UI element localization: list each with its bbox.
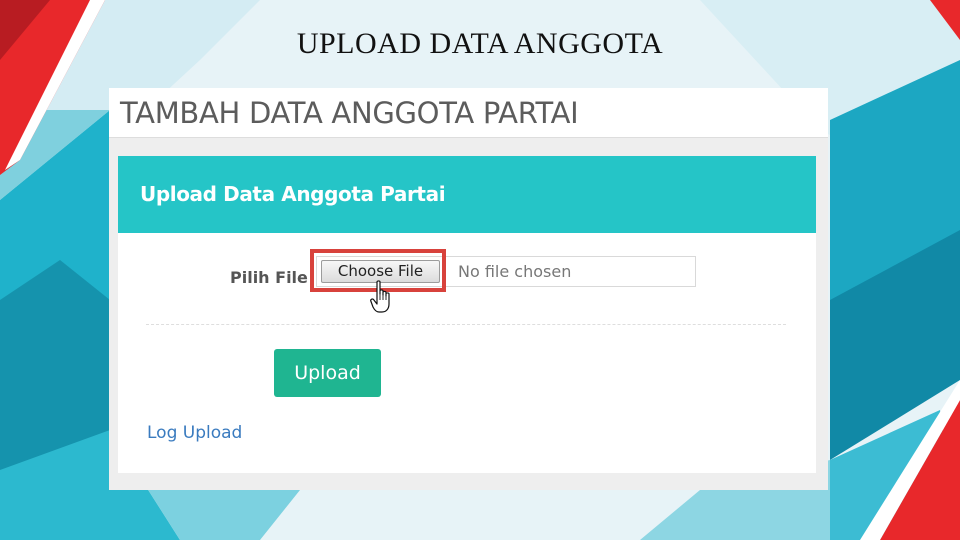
app-screenshot: TAMBAH DATA ANGGOTA PARTAI Upload Data A… xyxy=(109,88,828,490)
log-upload-link[interactable]: Log Upload xyxy=(147,423,242,443)
form-divider xyxy=(146,324,786,325)
page-header: TAMBAH DATA ANGGOTA PARTAI xyxy=(109,88,828,138)
hand-pointer-cursor-icon xyxy=(370,280,390,313)
upload-panel: Upload Data Anggota Partai Pilih File Ch… xyxy=(118,156,816,473)
file-field-label: Pilih File xyxy=(230,268,308,287)
upload-button[interactable]: Upload xyxy=(274,349,381,397)
page-title: TAMBAH DATA ANGGOTA PARTAI xyxy=(120,96,579,130)
slide-title: UPLOAD DATA ANGGOTA xyxy=(296,27,664,60)
no-file-chosen-text: No file chosen xyxy=(458,262,572,281)
panel-heading: Upload Data Anggota Partai xyxy=(118,156,816,233)
panel-heading-title: Upload Data Anggota Partai xyxy=(140,182,446,206)
